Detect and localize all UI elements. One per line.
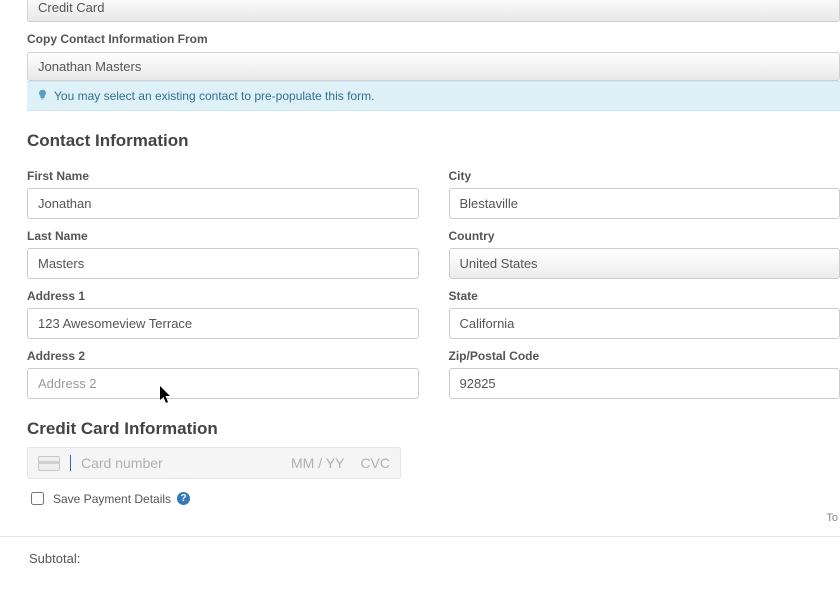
address2-input[interactable] bbox=[27, 368, 419, 399]
first-name-input[interactable] bbox=[27, 188, 419, 219]
copy-from-select[interactable]: Jonathan Masters bbox=[27, 52, 840, 81]
copy-from-label: Copy Contact Information From bbox=[27, 32, 840, 46]
address1-input[interactable] bbox=[27, 308, 419, 339]
subtotal-label: Subtotal: bbox=[29, 551, 80, 566]
credit-card-icon bbox=[38, 456, 60, 471]
first-name-label: First Name bbox=[27, 169, 419, 183]
last-name-input[interactable] bbox=[27, 248, 419, 279]
save-payment-label: Save Payment Details bbox=[53, 492, 171, 506]
save-payment-checkbox[interactable] bbox=[31, 492, 44, 505]
city-input[interactable] bbox=[449, 188, 840, 219]
hint-text: You may select an existing contact to pr… bbox=[54, 89, 374, 103]
separator bbox=[0, 536, 840, 537]
state-label: State bbox=[449, 289, 840, 303]
card-expiry-placeholder: MM / YY bbox=[291, 455, 344, 471]
contact-section-heading: Contact Information bbox=[27, 131, 840, 151]
help-icon[interactable]: ? bbox=[177, 492, 190, 505]
payment-type-value: Credit Card bbox=[38, 0, 104, 15]
country-label: Country bbox=[449, 229, 840, 243]
zip-input[interactable] bbox=[449, 368, 840, 399]
country-select[interactable]: United States bbox=[449, 248, 840, 279]
card-number-placeholder: Card number bbox=[81, 455, 275, 471]
footer-right-text: To bbox=[826, 512, 838, 524]
zip-label: Zip/Postal Code bbox=[449, 349, 840, 363]
address2-label: Address 2 bbox=[27, 349, 419, 363]
state-input[interactable] bbox=[449, 308, 840, 339]
last-name-label: Last Name bbox=[27, 229, 419, 243]
country-value: United States bbox=[460, 256, 538, 271]
text-cursor bbox=[70, 455, 71, 471]
lightbulb-icon bbox=[37, 89, 48, 103]
hint-banner: You may select an existing contact to pr… bbox=[27, 81, 840, 111]
credit-card-section-heading: Credit Card Information bbox=[27, 419, 840, 439]
card-number-input[interactable]: Card number MM / YY CVC bbox=[27, 447, 401, 479]
address1-label: Address 1 bbox=[27, 289, 419, 303]
payment-type-select[interactable]: Credit Card bbox=[27, 0, 840, 22]
copy-from-value: Jonathan Masters bbox=[38, 59, 141, 74]
city-label: City bbox=[449, 169, 840, 183]
card-cvc-placeholder: CVC bbox=[360, 455, 390, 471]
